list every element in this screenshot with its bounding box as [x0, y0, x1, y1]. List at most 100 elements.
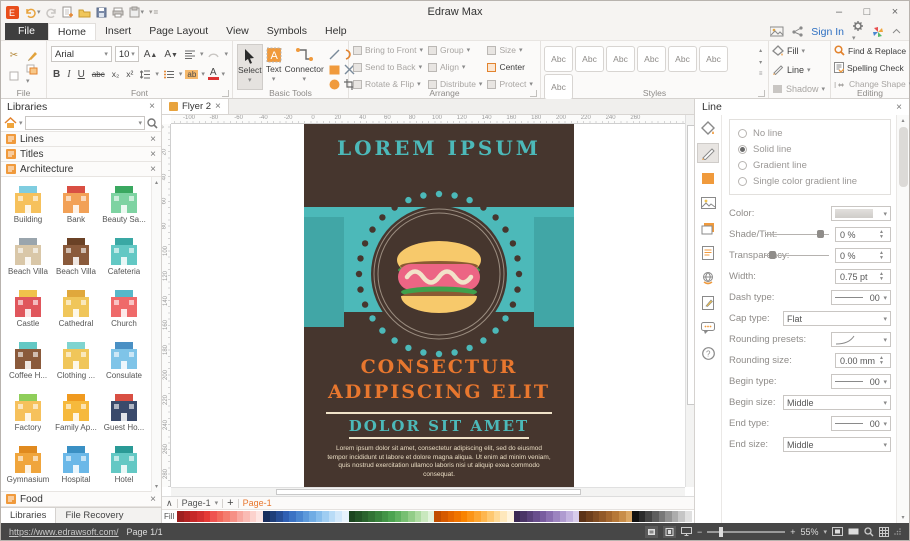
palette-swatch[interactable] — [606, 511, 613, 522]
titles-close-icon[interactable]: × — [150, 149, 156, 160]
palette-swatch[interactable] — [612, 511, 619, 522]
rounding-preset-dropdown[interactable]: ▾ — [831, 332, 891, 347]
palette-swatch[interactable] — [593, 511, 600, 522]
library-shape-hospital[interactable]: Hospital — [52, 441, 100, 492]
align-text-icon[interactable] — [183, 50, 197, 59]
spinner-arrows[interactable]: ▲ ▼ — [879, 270, 889, 283]
arrange-dialog-launcher[interactable] — [530, 90, 537, 97]
spinner-arrows[interactable]: ▲ ▼ — [879, 228, 889, 241]
slider-control[interactable] — [765, 248, 829, 263]
format-painter-icon[interactable] — [27, 50, 38, 61]
style-preset-1[interactable]: Abc — [544, 46, 573, 72]
zoom-in-button[interactable]: + — [790, 527, 795, 537]
styles-scroll-up-icon[interactable]: ▴ — [759, 47, 762, 54]
color-swatch-dropdown[interactable]: ▾ — [831, 206, 891, 221]
line-spacing-icon[interactable] — [138, 70, 152, 79]
library-shape-consulate[interactable]: Consulate — [100, 337, 148, 389]
zoom-area-icon[interactable] — [864, 527, 874, 537]
text-tool-button[interactable]: A Text▾ — [266, 44, 282, 90]
line-panel-icon[interactable] — [697, 143, 719, 163]
add-page-button[interactable]: + — [227, 497, 233, 509]
font-dialog-launcher[interactable] — [222, 90, 229, 97]
value-spinner[interactable]: 0 %▲ ▼ — [835, 227, 891, 242]
palette-swatch[interactable] — [408, 511, 415, 522]
font-size-select[interactable]: 10▾ — [115, 46, 139, 62]
line-tool-icon[interactable] — [329, 49, 340, 60]
bullet-list-icon[interactable] — [162, 70, 176, 79]
paste-icon[interactable] — [9, 70, 19, 81]
library-shape-hotel[interactable]: Hotel — [100, 441, 148, 492]
panel-close-icon[interactable]: × — [896, 102, 902, 113]
page-select[interactable]: Page-1 — [182, 498, 211, 508]
arrange-center[interactable]: Center — [487, 62, 532, 72]
palette-swatch[interactable] — [619, 511, 626, 522]
palette-swatch[interactable] — [217, 511, 224, 522]
menu-tab-help[interactable]: Help — [316, 23, 356, 40]
fit-width-icon[interactable] — [848, 528, 859, 535]
palette-swatch[interactable] — [507, 511, 514, 522]
document-tab-close-icon[interactable]: × — [215, 101, 221, 112]
palette-swatch[interactable] — [237, 511, 244, 522]
fill-button[interactable]: Fill▾ — [772, 45, 827, 56]
library-shape-guest-ho[interactable]: Guest Ho... — [100, 389, 148, 441]
library-shape-clothing[interactable]: Clothing ... — [52, 337, 100, 389]
grid-toggle-icon[interactable] — [879, 527, 889, 537]
font-color-button[interactable]: A — [208, 68, 219, 80]
palette-swatch[interactable] — [270, 511, 277, 522]
line-style-dropdown[interactable]: 00▾ — [831, 416, 891, 431]
library-section-food[interactable]: Food× — [1, 491, 161, 507]
value-spinner[interactable]: 0 %▲ ▼ — [835, 248, 891, 263]
palette-swatch[interactable] — [481, 511, 488, 522]
edrawsoft-link[interactable]: https://www.edrawsoft.com/ — [9, 527, 119, 537]
palette-swatch[interactable] — [309, 511, 316, 522]
palette-swatch[interactable] — [487, 511, 494, 522]
styles-dialog-launcher[interactable] — [758, 90, 765, 97]
library-home-icon[interactable] — [4, 117, 17, 129]
underline-button[interactable]: U — [76, 69, 87, 80]
palette-swatch[interactable] — [388, 511, 395, 522]
slider-thumb[interactable] — [817, 230, 824, 238]
dropdown-select[interactable]: Flat▾ — [783, 311, 891, 326]
palette-swatch[interactable] — [474, 511, 481, 522]
palette-swatch[interactable] — [190, 511, 197, 522]
palette-swatch[interactable] — [415, 511, 422, 522]
tab-file-recovery[interactable]: File Recovery — [56, 508, 132, 523]
zoom-out-button[interactable]: − — [697, 527, 702, 537]
style-preset-3[interactable]: Abc — [606, 46, 635, 72]
arrange-send-to-back[interactable]: Send to Back▾ — [353, 62, 423, 72]
palette-swatch[interactable] — [296, 511, 303, 522]
spinner-arrows[interactable]: ▲ ▼ — [879, 249, 889, 262]
palette-swatch[interactable] — [632, 511, 639, 522]
library-scrollbar[interactable]: ▴▾ — [151, 177, 161, 492]
redo-button[interactable] — [46, 7, 57, 18]
rectangle-tool-icon[interactable] — [329, 65, 340, 75]
palette-swatch[interactable] — [560, 511, 567, 522]
palette-swatch[interactable] — [289, 511, 296, 522]
palette-swatch[interactable] — [250, 511, 257, 522]
find-replace-button[interactable]: Find & Replace — [834, 45, 906, 56]
library-shape-coffee-h[interactable]: Coffee H... — [4, 337, 52, 389]
radio-solid-line[interactable]: Solid line — [738, 141, 882, 157]
library-section-architecture[interactable]: Architecture× — [1, 161, 161, 177]
palette-swatch[interactable] — [184, 511, 191, 522]
palette-swatch[interactable] — [659, 511, 666, 522]
library-home-dropdown[interactable]: ▾ — [19, 119, 23, 127]
library-shape-beach-villa[interactable]: Beach Villa — [52, 233, 100, 285]
slider-control[interactable] — [765, 227, 829, 242]
superscript-button[interactable]: x² — [124, 69, 135, 79]
palette-swatch[interactable] — [303, 511, 310, 522]
palette-swatch[interactable] — [626, 511, 633, 522]
minimize-button[interactable]: – — [825, 2, 853, 22]
styles-scroll-down-icon[interactable]: ▾ — [759, 59, 762, 66]
print-button[interactable] — [112, 7, 124, 18]
collapse-ribbon-icon[interactable] — [892, 28, 901, 35]
paste-options-icon[interactable]: ▾ — [26, 64, 38, 86]
radio-single-color-gradient-line[interactable]: Single color gradient line — [738, 173, 882, 189]
export-image-icon[interactable] — [770, 26, 784, 37]
library-shape-cathedral[interactable]: Cathedral — [52, 285, 100, 337]
style-preset-4[interactable]: Abc — [637, 46, 666, 72]
palette-swatch[interactable] — [672, 511, 679, 522]
italic-button[interactable]: I — [65, 69, 72, 80]
flyer-artwork[interactable]: LOREM IPSUM — [304, 124, 574, 487]
palette-swatch[interactable] — [645, 511, 652, 522]
